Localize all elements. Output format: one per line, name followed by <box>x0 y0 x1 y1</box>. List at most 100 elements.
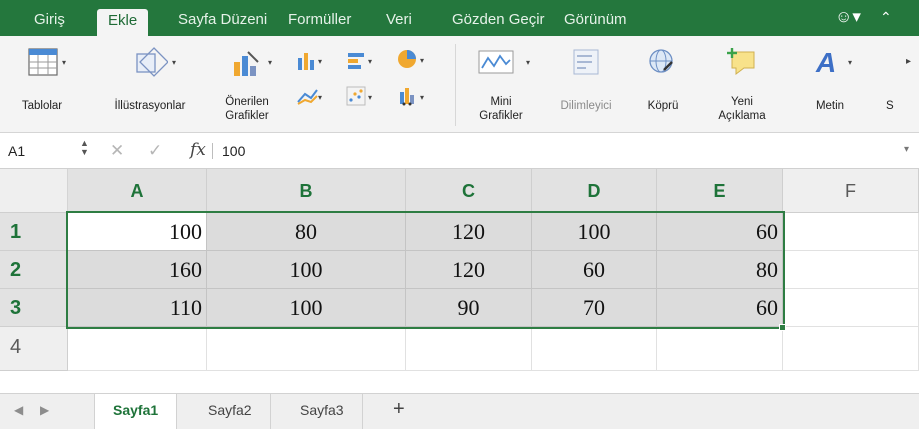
cell-b4[interactable] <box>207 327 406 371</box>
column-header-e[interactable]: E <box>657 169 783 213</box>
sparkline-icon <box>478 50 514 74</box>
text-button[interactable]: A ▾ Metin <box>798 36 862 132</box>
expand-formula-icon[interactable]: ▾ <box>904 144 909 155</box>
line-chart-icon[interactable]: ▾ <box>296 86 326 106</box>
tab-formulas[interactable]: Formüller <box>288 8 351 36</box>
illustrations-button[interactable]: ▾ İllüstrasyonlar <box>96 36 204 132</box>
slicer-button[interactable]: Dilimleyici <box>546 36 626 132</box>
name-box[interactable]: A1 <box>8 143 25 159</box>
illustrations-label: İllüstrasyonlar <box>114 100 186 112</box>
formula-bar: A1 ▲ ▼ ✕ ✓ fx 100 ▾ <box>0 133 919 169</box>
recommended-charts-label-line1: Önerilen <box>225 96 269 108</box>
cell-e4[interactable] <box>657 327 783 371</box>
cell-e3[interactable]: 60 <box>657 289 783 327</box>
add-sheet-button[interactable]: + <box>393 398 405 421</box>
cell-c1[interactable]: 120 <box>406 213 532 251</box>
column-header-d[interactable]: D <box>532 169 657 213</box>
cell-f2[interactable] <box>783 251 919 289</box>
globe-link-icon <box>649 49 673 73</box>
name-box-stepper-icon[interactable]: ▲ ▼ <box>80 139 89 157</box>
cut-off-label: S <box>886 100 894 112</box>
sparklines-label-line2: Grafikler <box>479 110 523 122</box>
tab-home[interactable]: Giriş <box>34 8 65 36</box>
cell-d3[interactable]: 70 <box>532 289 657 327</box>
pie-chart-icon[interactable]: ▾ <box>396 48 430 70</box>
sheet-tab-sayfa2[interactable]: Sayfa2 <box>190 394 271 429</box>
sheet-tab-bar: ◀ ▶ Sayfa1 Sayfa2 Sayfa3 + <box>0 393 919 429</box>
sheet-tab-sayfa3[interactable]: Sayfa3 <box>282 394 363 429</box>
column-header-c[interactable]: C <box>406 169 532 213</box>
recommended-charts-label-line2: Grafikler <box>225 110 269 122</box>
cell-a2[interactable]: 160 <box>68 251 207 289</box>
ribbon-tab-bar: Giriş Ekle Sayfa Düzeni Formüller Veri G… <box>0 0 919 36</box>
ribbon-overflow-arrow-icon[interactable]: ▸ <box>906 56 911 67</box>
tab-review[interactable]: Gözden Geçir <box>452 8 545 36</box>
smiley-feedback-icon[interactable]: ☺▾ <box>835 7 861 27</box>
cell-b1[interactable]: 80 <box>207 213 406 251</box>
recommended-charts-icon <box>234 51 259 76</box>
cell-a4[interactable] <box>68 327 207 371</box>
tables-button[interactable]: ▾ Tablolar <box>0 36 90 132</box>
cell-b2[interactable]: 100 <box>207 251 406 289</box>
collapse-ribbon-icon[interactable]: ⌃ <box>880 9 892 26</box>
column-header-f[interactable]: F <box>783 169 919 213</box>
text-label: Metin <box>815 100 845 112</box>
cell-d1[interactable]: 100 <box>532 213 657 251</box>
ribbon: ▾ Tablolar ▾ İllüstrasyonlar ▾ Önerilen … <box>0 36 919 133</box>
text-a-icon: A <box>815 47 836 78</box>
recommended-charts-button[interactable]: ▾ Önerilen Grafikler <box>212 36 282 132</box>
other-charts-icon[interactable]: ▾ <box>398 86 430 106</box>
column-chart-icon[interactable]: ▾ <box>296 50 326 70</box>
new-comment-icon <box>727 48 755 75</box>
cell-f1[interactable] <box>783 213 919 251</box>
cell-d2[interactable]: 60 <box>532 251 657 289</box>
new-comment-button[interactable]: Yeni Açıklama <box>702 36 782 132</box>
cell-c2[interactable]: 120 <box>406 251 532 289</box>
cell-e2[interactable]: 80 <box>657 251 783 289</box>
cell-c4[interactable] <box>406 327 532 371</box>
svg-text:▾: ▾ <box>420 93 424 102</box>
sparklines-label-line1: Mini <box>490 96 512 108</box>
row-header-2[interactable]: 2 <box>0 251 68 289</box>
select-all-corner[interactable] <box>0 169 68 213</box>
illustrations-icon <box>136 47 168 77</box>
chart-types-group: ▾ ▾ ▾ ▾ ▾ ▾ <box>286 36 446 132</box>
table-icon <box>28 48 58 76</box>
row-header-3[interactable]: 3 <box>0 289 68 327</box>
cell-b3[interactable]: 100 <box>207 289 406 327</box>
cell-f3[interactable] <box>783 289 919 327</box>
previous-sheet-icon[interactable]: ◀ <box>14 403 23 417</box>
insert-function-button[interactable]: fx <box>190 140 206 160</box>
tables-label: Tablolar <box>21 100 63 112</box>
svg-text:▾: ▾ <box>368 57 372 66</box>
tab-data[interactable]: Veri <box>386 8 412 36</box>
column-header-b[interactable]: B <box>207 169 406 213</box>
fill-handle[interactable] <box>779 324 786 331</box>
cell-d4[interactable] <box>532 327 657 371</box>
sparklines-button[interactable]: ▾ Mini Grafikler <box>462 36 540 132</box>
tab-view[interactable]: Görünüm <box>564 8 627 36</box>
column-header-a[interactable]: A <box>68 169 207 213</box>
svg-text:▾: ▾ <box>318 93 322 102</box>
svg-text:▾: ▾ <box>368 93 372 102</box>
bar-chart-icon[interactable]: ▾ <box>346 50 376 70</box>
sheet-tab-sayfa1[interactable]: Sayfa1 <box>94 394 178 429</box>
tab-insert[interactable]: Ekle <box>97 9 149 36</box>
row-header-1[interactable]: 1 <box>0 213 68 251</box>
slicer-label: Dilimleyici <box>560 100 612 112</box>
tab-page-layout[interactable]: Sayfa Düzeni <box>178 8 267 36</box>
cell-a1[interactable]: 100 <box>68 213 207 251</box>
cell-e1[interactable]: 60 <box>657 213 783 251</box>
cancel-formula-icon[interactable]: ✕ <box>110 141 124 161</box>
scatter-chart-icon[interactable]: ▾ <box>346 86 376 106</box>
cell-a3[interactable]: 110 <box>68 289 207 327</box>
link-button[interactable]: Köprü <box>630 36 696 132</box>
row-header-4[interactable]: 4 <box>0 327 68 371</box>
confirm-formula-icon[interactable]: ✓ <box>148 141 162 161</box>
new-comment-label-line2: Açıklama <box>718 110 766 122</box>
cell-c3[interactable]: 90 <box>406 289 532 327</box>
next-sheet-icon[interactable]: ▶ <box>40 403 49 417</box>
formula-divider <box>212 143 213 159</box>
cell-f4[interactable] <box>783 327 919 371</box>
formula-input[interactable]: 100 <box>222 143 245 159</box>
